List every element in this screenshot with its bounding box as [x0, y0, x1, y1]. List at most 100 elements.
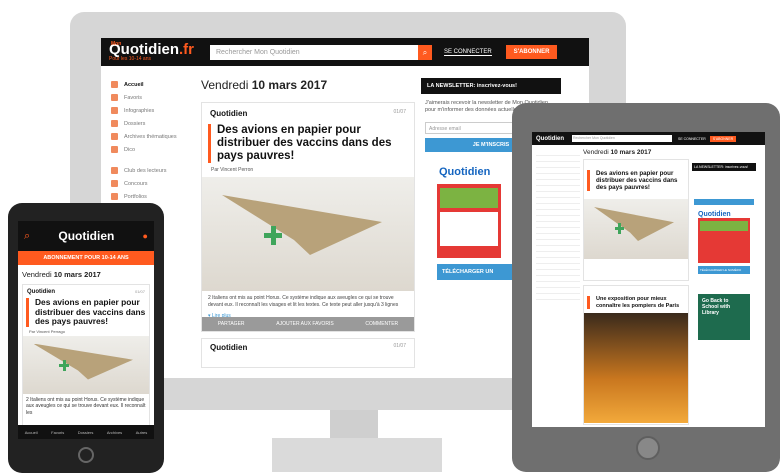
tablet-right-column: LA NEWSLETTER: inscrivez-vous! Quotidien…	[692, 145, 756, 425]
tablet-download-button[interactable]: TÉLÉCHARGER LE NUMÉRO	[698, 266, 750, 274]
tablet-second-title[interactable]: Une exposition pour mieux connaître les …	[587, 296, 685, 309]
sidebar-item-dossiers[interactable]: Dossiers	[111, 117, 197, 130]
cover-logo: Quotidien	[437, 166, 501, 184]
tablet-article-image[interactable]	[584, 199, 688, 259]
sidebar-item-archives[interactable]: Archives thématiques	[111, 130, 197, 143]
sidebar-item-label: Concours	[124, 180, 148, 187]
comment-button[interactable]: COMMENTER	[365, 321, 398, 327]
download-issue-button[interactable]: TÉLÉCHARGER UN	[437, 264, 517, 280]
phone-tab-archives[interactable]: Archives	[107, 430, 122, 435]
article-card[interactable]: Quotidien 01/07 Des avions en papier pou…	[201, 102, 415, 332]
user-icon[interactable]: ●	[143, 231, 148, 241]
sidebar-item-label: Dico	[124, 146, 136, 153]
tablet-logo[interactable]: Quotidien	[536, 136, 564, 142]
tablet-date-day: Vendredi	[583, 149, 609, 156]
sidebar-item-portfolios[interactable]: Portfolios	[111, 190, 197, 203]
sidebar-item-label: Accueil	[124, 81, 144, 88]
tablet-search-input[interactable]: Rechercher Mon Quotidien	[572, 135, 672, 142]
sidebar-item-dico[interactable]: Dico	[111, 143, 197, 156]
phone-subscribe-banner[interactable]: ABONNEMENT POUR 10-14 ANS	[18, 251, 154, 265]
tablet-subscribe-button[interactable]: S'ABONNER	[709, 135, 737, 142]
phone-tab-autres[interactable]: Autres	[136, 430, 148, 435]
phone-home-button[interactable]	[78, 447, 94, 463]
sidebar-item-label: Archives thématiques	[124, 133, 177, 140]
phone-date-day: Vendredi	[22, 270, 52, 279]
sidebar-item-concours[interactable]: Concours	[111, 177, 197, 190]
phone-article-card[interactable]: Quotidien 01/07 Des avions en papier pou…	[22, 284, 150, 430]
magazine-cover[interactable]: Quotidien	[437, 166, 501, 258]
search-input[interactable]: Rechercher Mon Quotidien	[210, 44, 418, 60]
sidebar-item-label: Infographies	[124, 107, 155, 114]
tablet-second-card[interactable]: Une exposition pour mieux connaître les …	[583, 285, 689, 425]
tablet-article-title[interactable]: Des avions en papier pour distribuer des…	[587, 170, 685, 191]
email-placeholder: Adresse email	[429, 126, 461, 132]
tablet-screen: Quotidien Rechercher Mon Quotidien SE CO…	[532, 132, 765, 427]
cover-headline	[440, 188, 498, 208]
subscribe-button[interactable]: S'ABONNER	[505, 45, 558, 59]
star-icon	[111, 94, 118, 101]
tablet-article-card[interactable]: Des avions en papier pour distribuer des…	[583, 159, 689, 281]
sidebar-item-accueil[interactable]: Accueil	[111, 78, 197, 91]
tablet-magazine-cover[interactable]: Quotidien	[698, 211, 750, 263]
search-icon: ⌕	[422, 47, 428, 57]
article-image[interactable]	[202, 177, 414, 291]
home-icon	[111, 81, 118, 88]
phone-tab-bar: Accueil Favoris Dossiers Archives Autres	[18, 425, 154, 439]
newsletter-title: LA NEWSLETTER: inscrivez-vous!	[421, 78, 561, 94]
phone-tab-favoris[interactable]: Favoris	[51, 430, 64, 435]
main-column: Vendredi 10 mars 2017 Quotidien 01/07 De…	[197, 66, 421, 368]
login-link[interactable]: SE CONNECTER	[444, 49, 492, 56]
sidebar-item-favoris[interactable]: Favoris	[111, 91, 197, 104]
tablet-fire-image[interactable]	[584, 313, 688, 423]
sidebar-item-club[interactable]: Club des lecteurs	[111, 164, 197, 177]
phone-tab-dossiers[interactable]: Dossiers	[78, 430, 94, 435]
card-brand: Quotidien	[210, 109, 248, 118]
search-icon[interactable]: ⌕	[24, 230, 30, 243]
favorite-button[interactable]: AJOUTER AUX FAVORIS	[276, 321, 333, 327]
folder-icon	[111, 120, 118, 127]
article-author: Par Vincent Perron	[211, 167, 254, 173]
desktop-header: Mon Quotidien.fr Pour les 10-14 ans Rech…	[101, 38, 589, 66]
article-title[interactable]: Des avions en papier pour distribuer des…	[208, 124, 408, 163]
phone-header: ⌕ Quotidien ●	[18, 221, 154, 251]
tablet-sidebar-items[interactable]	[536, 150, 580, 300]
phone-tab-accueil[interactable]: Accueil	[25, 430, 38, 435]
page-date: Vendredi 10 mars 2017	[201, 78, 415, 92]
portfolio-icon	[111, 193, 118, 200]
phone-article-image[interactable]	[23, 335, 149, 394]
phone-date-rest: 10 mars 2017	[53, 270, 101, 279]
date-day: Vendredi	[201, 78, 249, 92]
tablet-newsletter-body	[692, 171, 756, 197]
phone-article-title[interactable]: Des avions en papier pour distribuer des…	[26, 297, 146, 327]
phone-screen: ⌕ Quotidien ● ABONNEMENT POUR 10-14 ANS …	[18, 221, 154, 439]
tablet-ad-banner[interactable]: Go Back to School with Library	[698, 294, 750, 340]
logo-ext: .fr	[179, 40, 194, 58]
tablet-cover-headline	[700, 221, 748, 231]
site-logo[interactable]: Mon Quotidien.fr Pour les 10-14 ans	[109, 40, 194, 62]
card-page: 01/07	[393, 109, 406, 115]
sidebar-item-label: Portfolios	[124, 193, 147, 200]
second-article-card[interactable]: Quotidien 01/07	[201, 338, 415, 368]
tablet-newsletter-button[interactable]	[694, 199, 754, 205]
search-button[interactable]: ⌕	[418, 44, 432, 60]
sidebar-item-label: Club des lecteurs	[124, 167, 167, 174]
monitor-stand-neck	[330, 410, 378, 440]
tablet-main: Vendredi 10 mars 2017 Des avions en papi…	[580, 145, 692, 425]
phone-article-teaser: 2 Italiens ont mis au point Horus. Ce sy…	[26, 396, 146, 416]
tablet-sidebar	[532, 145, 580, 425]
sidebar-item-infographies[interactable]: Infographies	[111, 104, 197, 117]
phone-article-author: Par Vincent Perrago	[29, 328, 65, 334]
phone-logo[interactable]: Quotidien	[58, 229, 114, 243]
tablet-date-rest: 10 mars 2017	[610, 149, 652, 156]
tablet-login-link[interactable]: SE CONNECTER	[678, 137, 706, 141]
tablet-ad-text: Go Back to School with Library	[702, 298, 731, 316]
cover-illustration	[440, 212, 498, 246]
share-button[interactable]: PARTAGER	[218, 321, 245, 327]
tablet-newsletter-title: LA NEWSLETTER: inscrivez-vous!	[692, 163, 756, 171]
article-actions: PARTAGER AJOUTER AUX FAVORIS COMMENTER	[202, 317, 414, 331]
archive-icon	[111, 133, 118, 140]
phone-date: Vendredi 10 mars 2017	[18, 265, 154, 284]
phone-card-brand: Quotidien	[27, 289, 55, 295]
tablet-home-button[interactable]	[636, 436, 660, 460]
card-page: 01/07	[393, 343, 406, 349]
